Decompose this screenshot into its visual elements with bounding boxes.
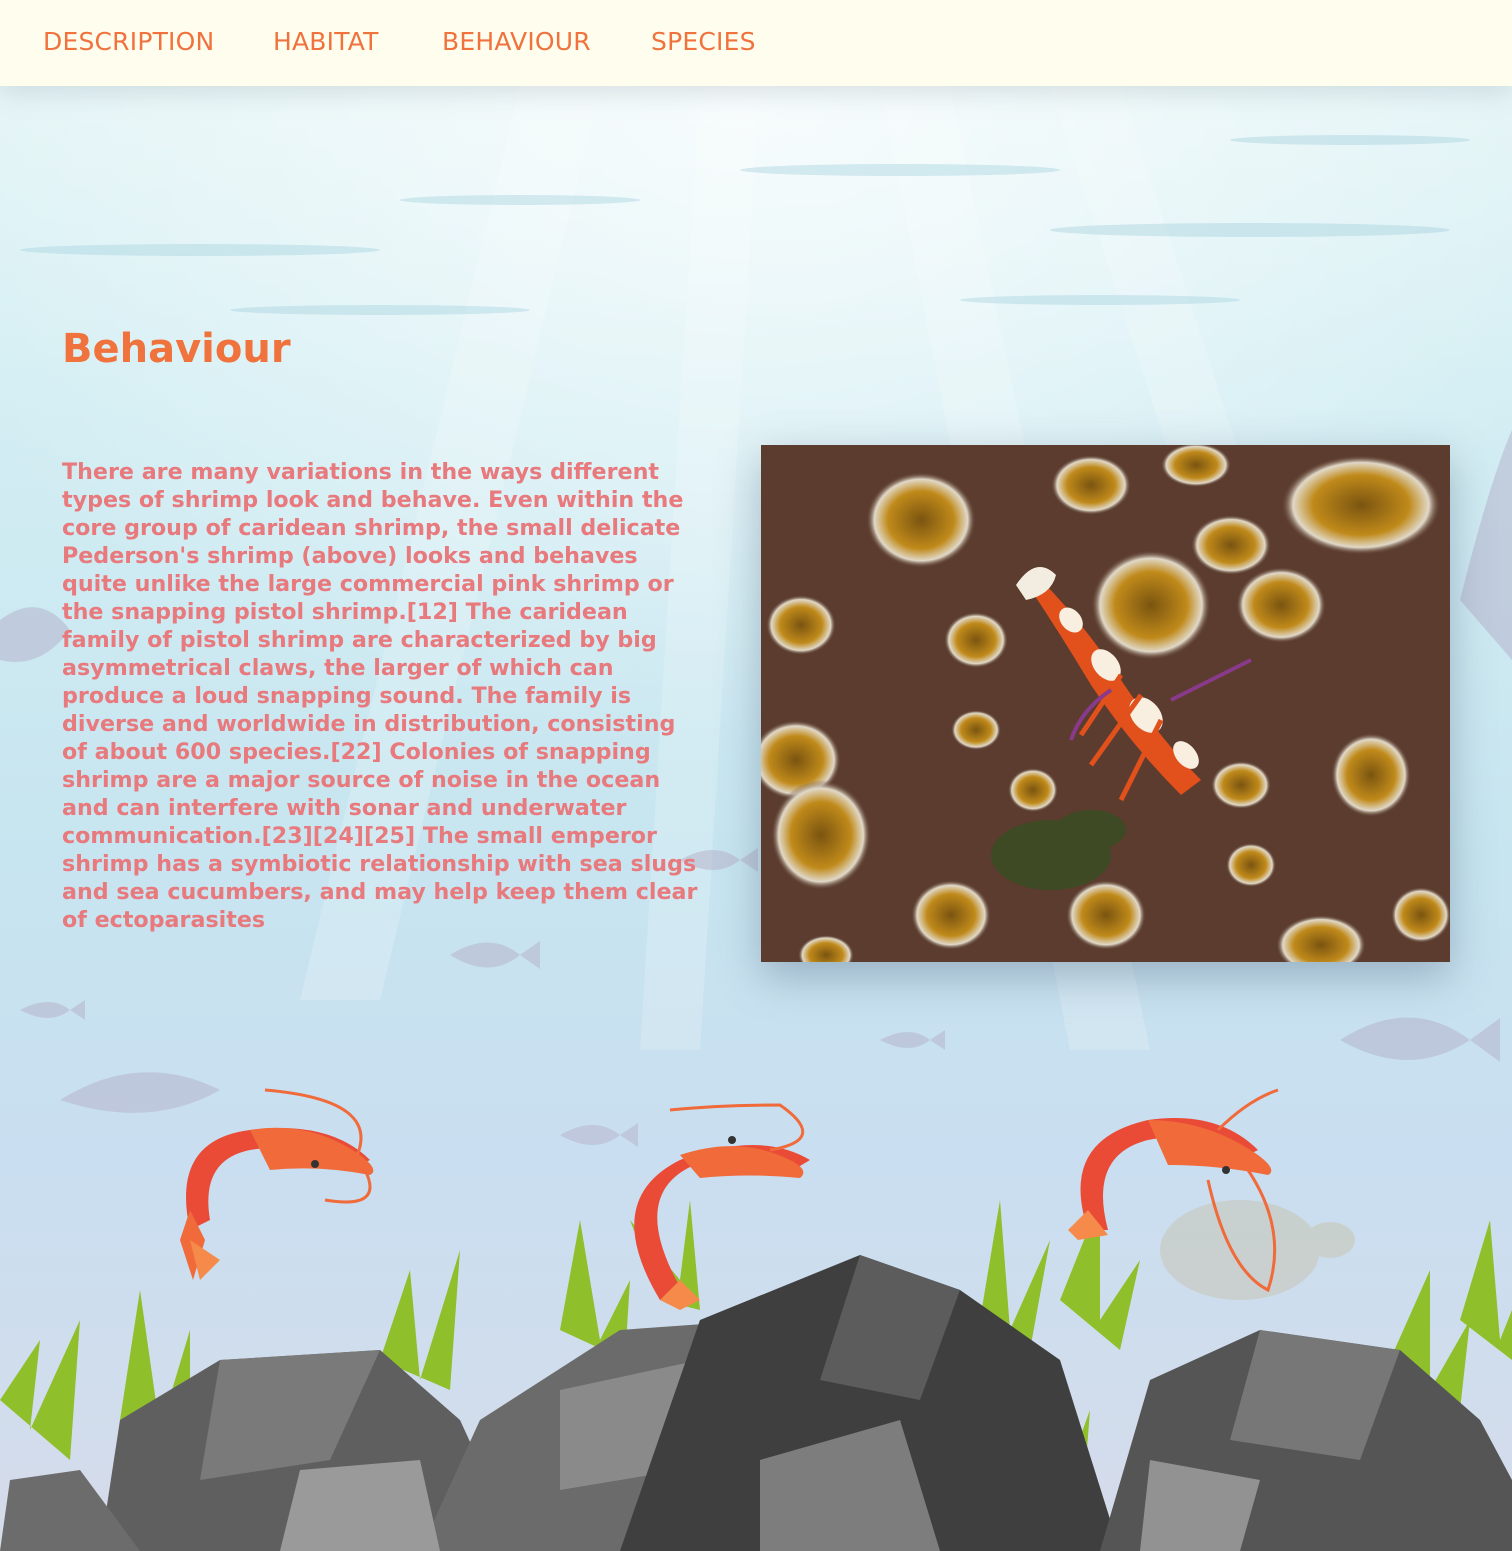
section-body-text: There are many variations in the ways di…: [62, 459, 698, 933]
top-navigation: DESCRIPTION HABITAT BEHAVIOUR SPECIES: [0, 0, 1512, 86]
shrimp-icon: [634, 1103, 810, 1310]
nav-link-description[interactable]: DESCRIPTION: [43, 27, 214, 56]
rocks: [0, 1255, 1512, 1551]
nav-link-behaviour[interactable]: BEHAVIOUR: [442, 27, 591, 56]
photo-illustration: [761, 445, 1450, 962]
nav-link-habitat[interactable]: HABITAT: [273, 27, 379, 56]
nav-link-species[interactable]: SPECIES: [651, 27, 756, 56]
shrimp-icon: [180, 1088, 374, 1280]
emperor-shrimp-photo: [761, 445, 1450, 962]
section-title: Behaviour: [62, 326, 291, 372]
